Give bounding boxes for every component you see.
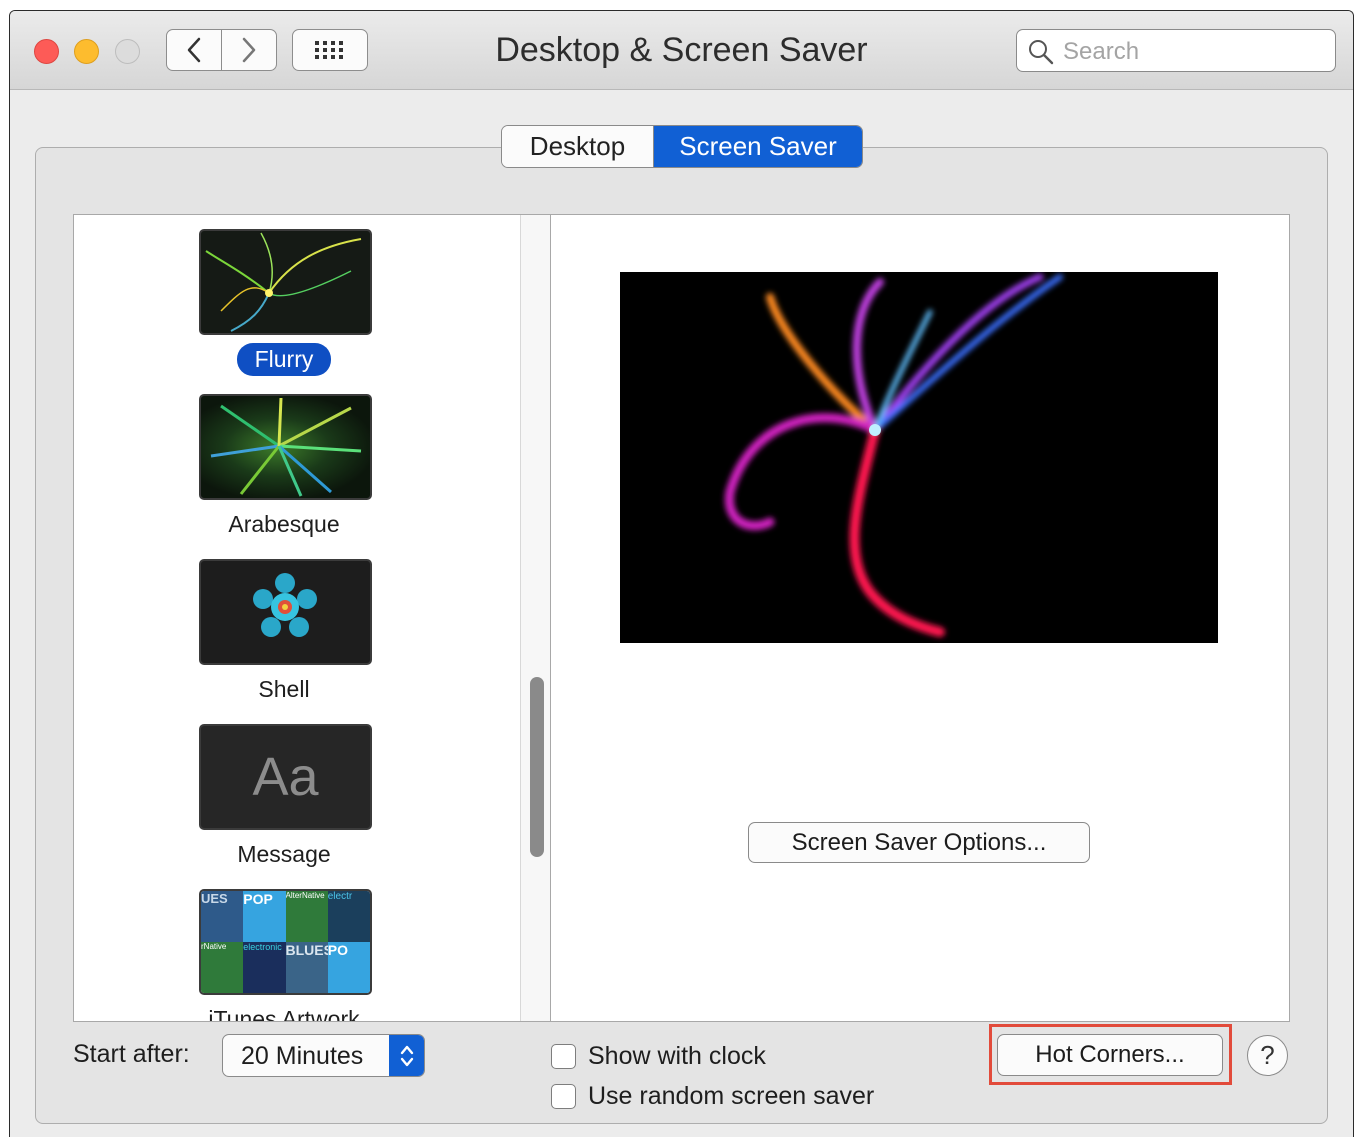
arabesque-thumbnail: [199, 394, 372, 500]
flurry-thumbnail: [199, 229, 372, 335]
artwork-tile: UES: [201, 891, 244, 942]
tab-screen-saver[interactable]: Screen Saver: [654, 126, 862, 167]
list-item-label: iTunes Artwork: [208, 1006, 360, 1022]
scrollbar-thumb[interactable]: [530, 677, 544, 857]
list-item-label: Shell: [258, 676, 310, 702]
use-random-saver-label: Use random screen saver: [588, 1082, 875, 1110]
start-after-label: Start after:: [73, 1040, 190, 1068]
list-scrollbar[interactable]: [520, 215, 550, 1021]
start-after-value: 20 Minutes: [241, 1042, 364, 1070]
message-thumbnail: Aa: [199, 724, 372, 830]
tab-bar: Desktop Screen Saver: [501, 125, 863, 168]
list-item-label: Arabesque: [228, 511, 340, 537]
artwork-tile: POP: [243, 891, 286, 942]
show-with-clock-label: Show with clock: [588, 1042, 766, 1070]
screen-saver-preview: [620, 272, 1218, 643]
list-item-label: Message: [237, 841, 331, 867]
preferences-window: Desktop & Screen Saver Search Desktop Sc…: [9, 10, 1354, 1137]
checkbox-box[interactable]: [551, 1084, 576, 1109]
show-with-clock-checkbox[interactable]: Show with clock: [551, 1042, 766, 1071]
tab-desktop[interactable]: Desktop: [502, 126, 654, 167]
search-field[interactable]: Search: [1016, 29, 1336, 72]
screen-saver-list: Flurry Arabesque Shell Aa Message UES PO…: [73, 214, 551, 1022]
artwork-tile: PO: [327, 942, 370, 993]
start-after-popup[interactable]: 20 Minutes: [222, 1034, 425, 1077]
artwork-tile: electronic: [243, 942, 286, 993]
search-icon: [1029, 40, 1054, 65]
artwork-tile: rNative: [201, 942, 244, 993]
use-random-saver-checkbox[interactable]: Use random screen saver: [551, 1082, 874, 1111]
popup-stepper[interactable]: [389, 1035, 424, 1076]
screen-saver-options-button[interactable]: Screen Saver Options...: [748, 822, 1090, 863]
hot-corners-button[interactable]: Hot Corners...: [997, 1034, 1223, 1076]
itunes-artwork-thumbnail: UES POP AlterNative electr rNative elect…: [199, 889, 372, 995]
artwork-tile: AlterNative: [285, 891, 328, 942]
shell-thumbnail: [199, 559, 372, 665]
list-item-label: Flurry: [74, 343, 494, 376]
artwork-tile: BLUES: [285, 942, 328, 993]
help-button[interactable]: ?: [1247, 1035, 1288, 1076]
title-bar: Desktop & Screen Saver Search: [10, 11, 1353, 90]
artwork-tile: electr: [327, 891, 370, 942]
search-placeholder: Search: [1063, 38, 1140, 65]
checkbox-box[interactable]: [551, 1044, 576, 1069]
up-down-arrows-icon: [400, 1045, 413, 1066]
preview-pane: Screen Saver Options...: [550, 214, 1290, 1022]
message-thumbnail-text: Aa: [252, 747, 319, 807]
